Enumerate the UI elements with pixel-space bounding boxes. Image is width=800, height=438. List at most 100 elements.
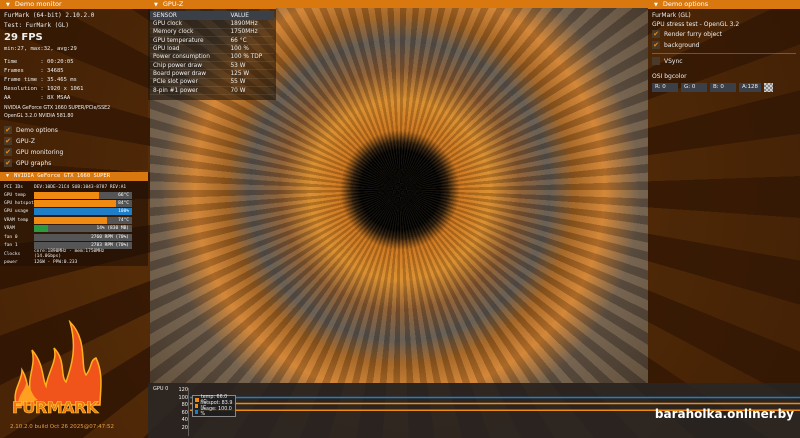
checkbox-label: Demo options (16, 126, 58, 134)
sensor-name: GPU temperature (150, 36, 228, 46)
checkbox-gpu-graphs[interactable]: ✔ GPU graphs (4, 159, 51, 167)
graph-legend: temp: 66.0 °C hotspot: 83.9 °C usage: 100.… (192, 395, 236, 417)
table-row: 8-pin #1 power 70 W (150, 86, 274, 96)
progress-bar: 84°C (34, 199, 132, 207)
checkbox-demo-options[interactable]: ✔ Demo options (4, 126, 58, 134)
demo-options-header[interactable]: ▼ Demo options (648, 0, 800, 9)
osi-bgcolor-inputs: R: 0 G: 0 B: 0 A:128 (652, 83, 776, 92)
table-row: Chip power draw 53 W (150, 61, 274, 71)
gl-info: OpenGL 3.2.0 NVIDIA 581.80 (4, 114, 74, 119)
y-tick-label: 100 (178, 394, 188, 401)
row-label: VRAM (4, 226, 15, 232)
progress-bar: 2760 RPM (70%) (34, 233, 132, 241)
checkbox-label: Render furry object (664, 30, 722, 38)
bar-value: 84°C (118, 200, 129, 206)
bar-value: 2783 RPM (70%) (91, 242, 129, 248)
stat-aa: AA : 8X MSAA (4, 95, 71, 101)
bar-fill (34, 199, 117, 207)
alpha-input[interactable]: A:128 (739, 83, 761, 92)
panel-title: NVIDIA GeForce GTX 1660 SUPER (14, 173, 111, 179)
furmark-logo: FURMARK 2.10.2.0 build Oct 26 2025@07:47… (8, 319, 114, 430)
clocks-row: Clocks core:1890MHz - mem:1750MHz (14.0Gb… (4, 249, 134, 259)
panel-title: Demo options (662, 0, 709, 8)
divider (652, 53, 796, 54)
y-tick-label: 40 (181, 417, 188, 423)
logo-text: FURMARK (12, 398, 99, 418)
gpu-stat-row: VRAM temp 74°C (4, 216, 134, 224)
checkbox-gpu-monitoring[interactable]: ✔ GPU monitoring (4, 148, 63, 156)
sensor-value: 55 W (227, 78, 274, 87)
checkbox-background[interactable]: ✔ background (652, 41, 700, 49)
fps-stats: min:27, max:32, avg:29 (4, 46, 77, 52)
collapse-icon: ▼ (6, 173, 10, 179)
sensor-name: Power consumption (150, 53, 228, 63)
sensor-name: GPU clock (150, 20, 228, 29)
sensor-value: 100 % (227, 44, 274, 54)
check-icon: ✔ (4, 137, 12, 145)
sensor-name: Board power draw (150, 69, 228, 79)
row-label: PCI IDs (4, 184, 23, 190)
row-label: VRAM temp (4, 217, 29, 223)
sensor-value: 66 °C (227, 36, 274, 46)
gpu-stat-row: GPU hotspot 84°C (4, 199, 134, 207)
row-label: fan 0 (4, 234, 18, 240)
sensor-name: 8-pin #1 power (150, 86, 228, 96)
table-row: GPU load 100 % (150, 44, 274, 54)
checkbox-empty (652, 57, 660, 65)
sensor-name: GPU load (150, 44, 228, 54)
gpuz-header[interactable]: ▼ GPU-Z (148, 0, 276, 9)
table-row: Board power draw 125 W (150, 69, 274, 79)
pci-ids-row: PCI IDs DEV:10DE-21C4 SUB:1043-8787 REV:A… (4, 183, 134, 191)
sensor-name: Memory clock (150, 28, 228, 38)
y-tick-label: 120 (178, 387, 188, 393)
sensor-value: 1890MHz (227, 20, 274, 29)
row-label: GPU temp (4, 192, 26, 198)
blue-input[interactable]: B: 0 (710, 83, 736, 92)
gpu-monitor-header[interactable]: ▼ NVIDIA GeForce GTX 1660 SUPER (0, 172, 148, 181)
check-icon: ✔ (4, 159, 12, 167)
red-input[interactable]: R: 0 (652, 83, 678, 92)
check-icon: ✔ (4, 126, 12, 134)
checkbox-label: GPU-Z (16, 137, 35, 145)
gpu-graph: GPU 0 120 100 80 60 40 20 temp: 66.0 °C hotspo… (148, 383, 800, 438)
checkbox-label: GPU graphs (16, 159, 52, 167)
checkbox-render-furry-object[interactable]: ✔ Render furry object (652, 30, 722, 38)
bar-value: 2760 RPM (70%) (91, 234, 129, 240)
gpu-stat-row: VRAM 14% (830 MB) (4, 225, 134, 233)
stat-resolution: Resolution : 1920 x 1061 (4, 86, 84, 92)
row-label: GPU usage (4, 209, 29, 215)
bar-fill (34, 191, 99, 199)
y-tick-label: 20 (181, 424, 188, 431)
legend-swatch (195, 398, 199, 402)
progress-bar: 2783 RPM (70%) (34, 241, 132, 249)
checkbox-label: background (664, 41, 700, 49)
checkbox-label: VSync (664, 57, 683, 65)
check-icon: ✔ (652, 30, 660, 38)
color-swatch-icon[interactable] (764, 83, 773, 92)
osi-bgcolor-label: OSI bgcolor (652, 73, 687, 80)
sensor-value: 125 W (227, 69, 274, 79)
row-label: GPU hotspot (4, 200, 34, 206)
table-row: PCIe slot power 55 W (150, 78, 274, 87)
sensor-value: 100 % TDP (227, 53, 274, 63)
progress-bar: 74°C (34, 216, 132, 224)
sensor-value: 70 W (227, 86, 274, 96)
demo-monitor-header[interactable]: ▼ Demo monitor (0, 0, 148, 9)
green-input[interactable]: G: 0 (681, 83, 707, 92)
demo-monitor-panel: ▼ Demo monitor FurMark (64-bit) 2.10.2.0 … (0, 0, 148, 170)
progress-bar: 14% (830 MB) (34, 225, 132, 233)
table-row: Power consumption 100 % TDP (150, 53, 274, 63)
graph-title: GPU 0 (153, 386, 169, 392)
demo-options-panel: ▼ Demo options FurMark (GL) GPU stress te… (648, 0, 800, 383)
checkbox-gpu-z[interactable]: ✔ GPU-Z (4, 137, 35, 145)
collapse-icon: ▼ (6, 2, 10, 8)
checkbox-label: GPU monitoring (16, 148, 64, 156)
check-icon: ✔ (4, 148, 12, 156)
row-label: power (4, 259, 18, 265)
gpuz-panel: ▼ GPU-Z SENSOR VALUE GPU clock 1890MHz Memory… (148, 0, 276, 100)
checkbox-vsync[interactable]: VSync (652, 57, 683, 65)
y-tick-label: 60 (181, 409, 188, 416)
bar-value: 66°C (118, 192, 129, 198)
test-name: Test: FurMark (GL) (4, 22, 70, 29)
column-header: VALUE (227, 11, 274, 20)
